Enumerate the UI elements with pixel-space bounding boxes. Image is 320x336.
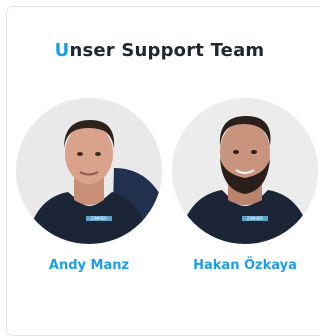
avatar: ZIMMER <box>172 98 318 244</box>
team-member: ZIMMER Hakan Özkaya <box>170 98 320 273</box>
title-accent-letter: U <box>54 40 70 61</box>
portrait-hakan: ZIMMER <box>172 98 318 244</box>
title-rest: nser Support Team <box>69 40 265 61</box>
section-title: Unser Support Team <box>0 40 319 61</box>
shirt-logo: ZIMMER <box>91 216 107 221</box>
member-name: Hakan Özkaya <box>193 258 297 273</box>
avatar: ZIMMER <box>16 98 162 244</box>
member-name: Andy Manz <box>48 258 130 273</box>
team-member: ZIMMER Andy Manz <box>14 98 164 273</box>
shirt-logo: ZIMMER <box>247 216 263 221</box>
portrait-andy: ZIMMER <box>16 98 162 244</box>
